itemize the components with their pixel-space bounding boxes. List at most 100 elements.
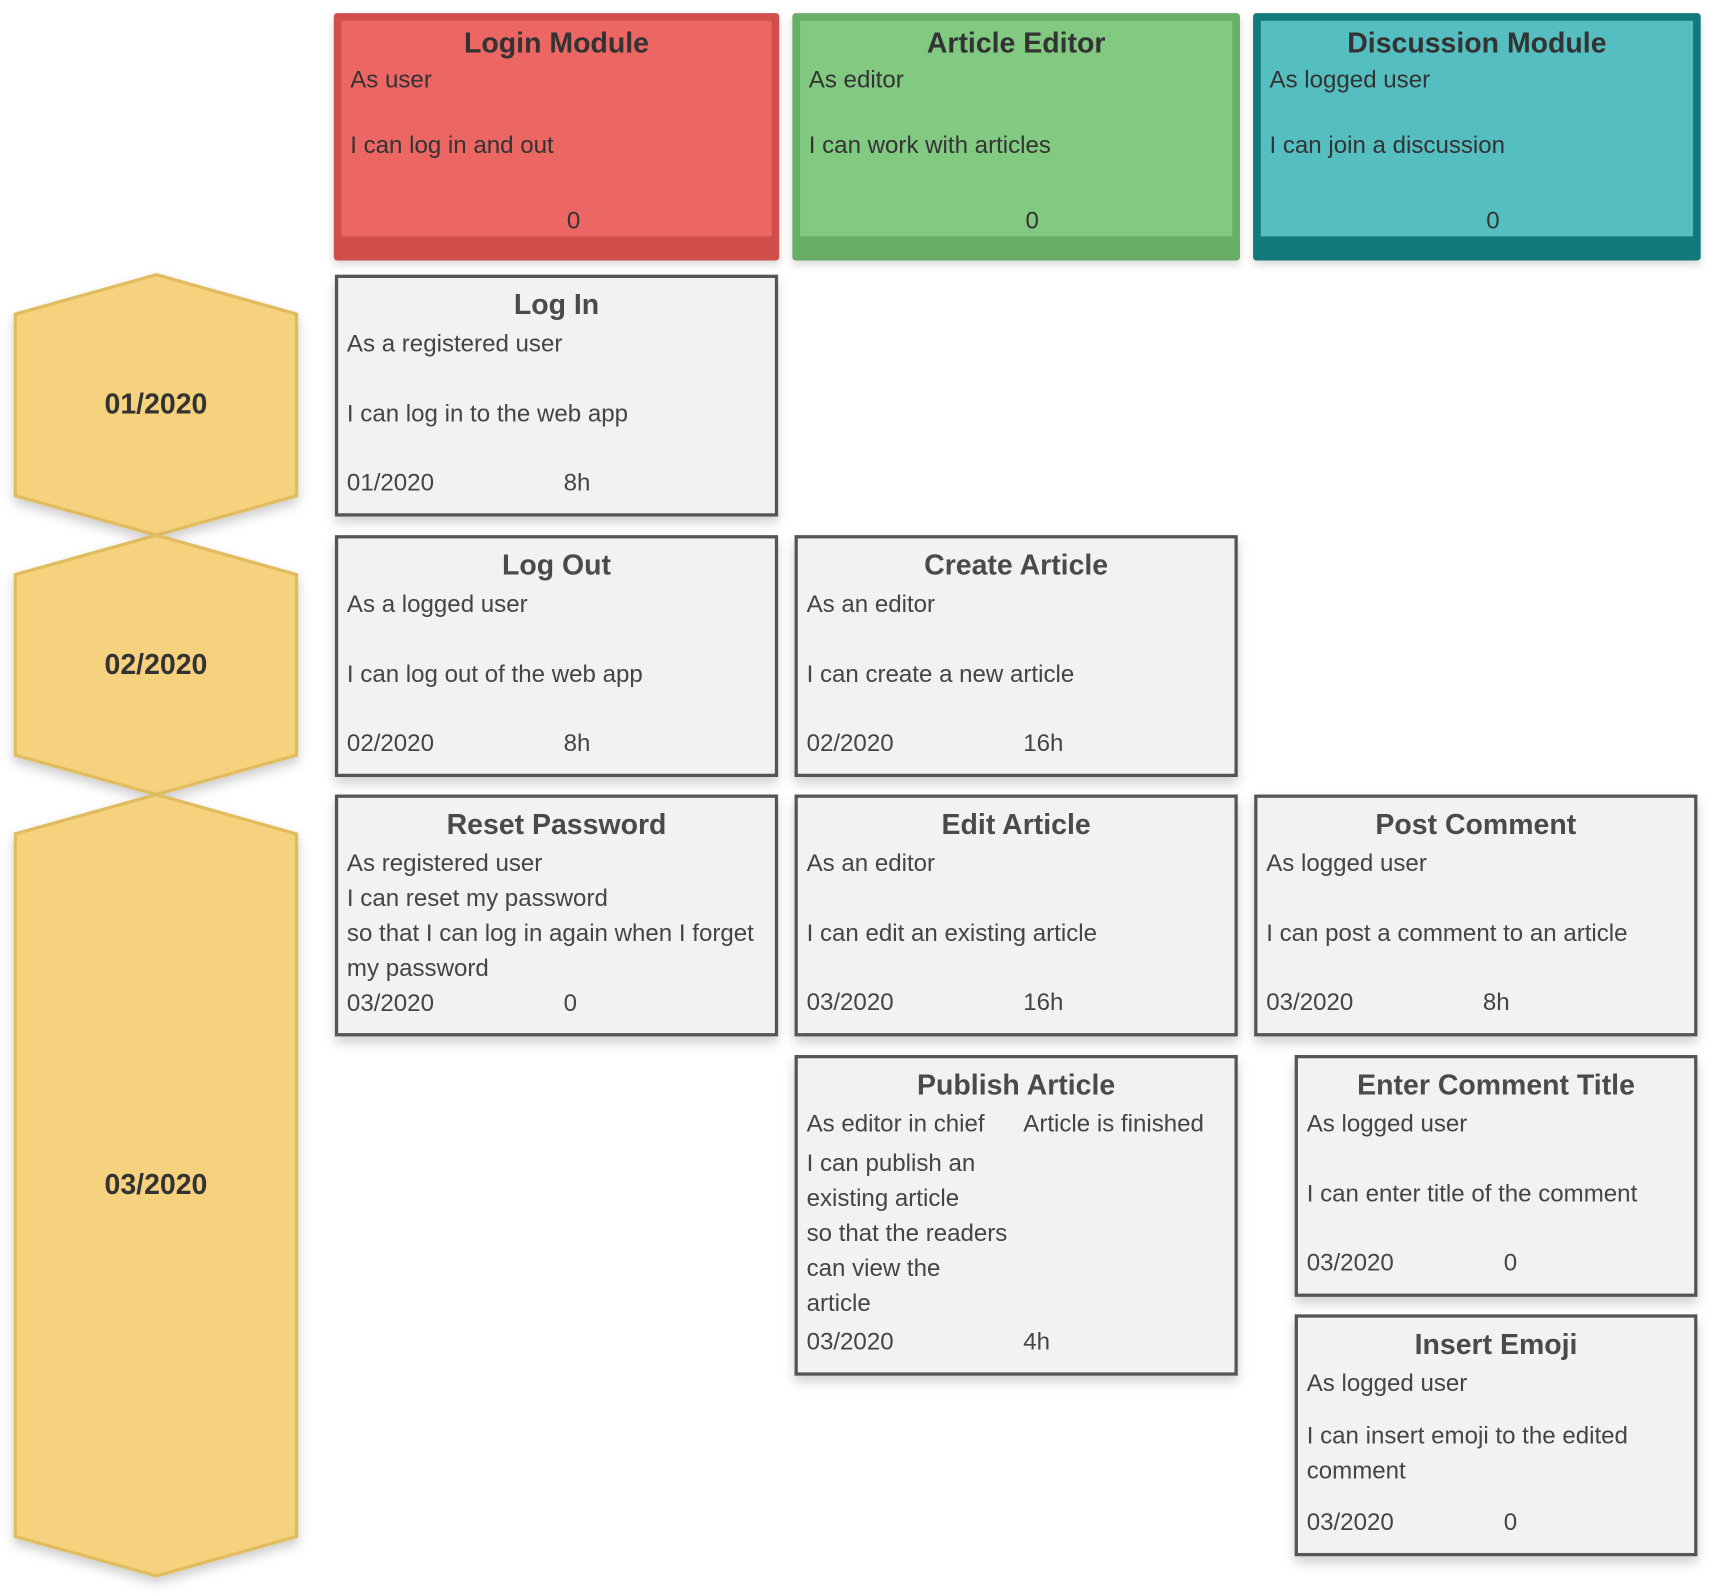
- story-footer: 03/2020 0: [1307, 1245, 1686, 1293]
- story-release: 03/2020: [346, 989, 434, 1017]
- story-as: As editor in chief: [806, 1109, 985, 1138]
- epic-estimate: 0: [1025, 206, 1039, 235]
- epic-as-row: As logged user: [1270, 62, 1685, 97]
- story-release: 01/2020: [346, 468, 434, 496]
- epic-i-can: I can join a discussion: [1269, 131, 1506, 159]
- story-release: 03/2020: [1266, 988, 1354, 1016]
- story-acceptance: [1023, 846, 1225, 881]
- story-body: I can log in to the web app: [347, 361, 766, 465]
- story-acceptance: [1023, 587, 1225, 622]
- epic-body: I can join a discussion: [1270, 97, 1685, 203]
- story-body: I can reset my password so that I can log…: [347, 881, 766, 986]
- story-as: As a logged user: [346, 589, 528, 618]
- epic-card[interactable]: Login Module As user I can log in and out 0: [333, 13, 780, 261]
- epic-title: Discussion Module: [1347, 26, 1607, 60]
- story-footer: 02/2020 16h: [807, 726, 1226, 774]
- story-as-row: As logged user: [1266, 846, 1685, 881]
- story-card[interactable]: Enter Comment Title As logged user I can e…: [1294, 1055, 1698, 1297]
- story-i-can: I can edit an existing article: [806, 918, 1097, 947]
- release-label: 02/2020: [104, 647, 208, 681]
- story-footer: 03/2020 8h: [1266, 985, 1685, 1033]
- story-acceptance: [564, 846, 766, 881]
- epic-footer: 0: [1270, 204, 1685, 237]
- story-as: As an editor: [806, 589, 936, 618]
- release-label: 01/2020: [104, 387, 208, 421]
- story-as-row: As a registered user: [347, 326, 766, 361]
- story-card[interactable]: Create Article As an editor I can create a…: [794, 535, 1238, 778]
- epic-card[interactable]: Discussion Module As logged user I can joi…: [1253, 13, 1701, 261]
- story-as-row: As an editor: [807, 846, 1226, 881]
- story-release: 03/2020: [806, 1327, 894, 1355]
- story-title: Create Article: [924, 548, 1109, 582]
- epic-as: As editor: [808, 65, 904, 94]
- epic-footer: 0: [809, 204, 1224, 237]
- story-as: As logged user: [1306, 1369, 1468, 1397]
- story-as: As registered user: [346, 849, 543, 877]
- story-estimate: 16h: [1023, 988, 1064, 1016]
- story-as-row: As an editor: [807, 587, 1226, 622]
- story-card[interactable]: Log Out As a logged user I can log out of …: [334, 535, 779, 778]
- story-acceptance: [1523, 1366, 1685, 1401]
- story-title: Reset Password: [446, 807, 667, 841]
- story-estimate: 8h: [563, 468, 591, 496]
- story-card[interactable]: Publish Article As editor in chief Article…: [794, 1055, 1238, 1376]
- story-body: I can log out of the web app: [347, 622, 766, 726]
- story-acceptance: Article is finished: [1023, 1109, 1204, 1138]
- story-estimate: 0: [1503, 1508, 1518, 1536]
- epic-release-empty: [350, 204, 567, 239]
- story-body: I can publish an existing article so that…: [807, 1141, 1226, 1324]
- story-body: I can create a new article: [807, 622, 1226, 726]
- story-release: 02/2020: [346, 728, 434, 757]
- story-body: I can edit an existing article: [807, 881, 1226, 985]
- story-as: As a registered user: [346, 329, 563, 357]
- epic-i-can: I can work with articles: [808, 131, 1051, 159]
- epic-as: As user: [350, 65, 432, 94]
- epic-title: Article Editor: [926, 26, 1106, 60]
- story-card[interactable]: Log In As a registered user I can log in t…: [334, 274, 779, 517]
- story-i-can: I can create a new article: [806, 659, 1075, 687]
- story-release: 03/2020: [1306, 1508, 1394, 1536]
- story-map: 01/2020 02/2020 03/2020 Login Module As user…: [0, 0, 1716, 1596]
- story-release: 03/2020: [1306, 1248, 1394, 1277]
- story-i-can: I can post a comment to an article: [1266, 918, 1628, 947]
- story-so-that: so that the readers can view the article: [806, 1218, 1008, 1317]
- story-title: Log Out: [501, 548, 612, 582]
- story-title: Insert Emoji: [1414, 1327, 1578, 1361]
- story-estimate: 16h: [1023, 728, 1064, 757]
- epic-release-empty: [1270, 204, 1487, 239]
- epic-estimate: 0: [566, 206, 581, 235]
- story-title: Publish Article: [917, 1068, 1116, 1101]
- story-card[interactable]: Reset Password As registered user I can re…: [334, 794, 779, 1037]
- release-label: 03/2020: [104, 1167, 208, 1201]
- story-estimate: 0: [1503, 1248, 1518, 1277]
- story-footer: 03/2020 0: [1307, 1505, 1686, 1553]
- story-title: Edit Article: [941, 807, 1091, 841]
- epic-estimate: 0: [1486, 206, 1500, 235]
- epic-footer: 0: [350, 204, 763, 237]
- story-title: Log In: [513, 287, 600, 321]
- story-card[interactable]: Insert Emoji As logged user I can insert e…: [1294, 1314, 1698, 1557]
- epic-release-empty: [809, 204, 1026, 239]
- story-as-row: As registered user: [347, 846, 766, 881]
- story-i-can: I can insert emoji to the edited comment: [1306, 1421, 1628, 1484]
- epic-as-row: As editor: [809, 62, 1224, 97]
- story-so-that: so that I can log in again when I forget…: [346, 919, 754, 982]
- story-title: Post Comment: [1375, 807, 1577, 841]
- story-footer: 02/2020 8h: [347, 726, 766, 774]
- story-release: 02/2020: [806, 728, 894, 757]
- story-footer: 03/2020 0: [347, 986, 766, 1033]
- story-footer: 03/2020 4h: [807, 1324, 1226, 1372]
- story-body: I can enter title of the comment: [1307, 1141, 1686, 1245]
- story-estimate: 4h: [1023, 1327, 1051, 1355]
- story-as: As logged user: [1266, 849, 1427, 877]
- story-card[interactable]: Post Comment As logged user I can post a c…: [1254, 794, 1698, 1037]
- story-i-can: I can reset my password: [346, 884, 608, 912]
- epic-body: I can work with articles: [809, 97, 1224, 203]
- story-as: As logged user: [1306, 1109, 1468, 1138]
- story-acceptance: [564, 587, 766, 622]
- story-i-can: I can log out of the web app: [346, 659, 643, 687]
- story-i-can: I can log in to the web app: [346, 398, 629, 427]
- epic-card[interactable]: Article Editor As editor I can work with a…: [792, 13, 1240, 261]
- story-estimate: 8h: [1482, 988, 1510, 1016]
- story-card[interactable]: Edit Article As an editor I can edit an ex…: [794, 794, 1238, 1037]
